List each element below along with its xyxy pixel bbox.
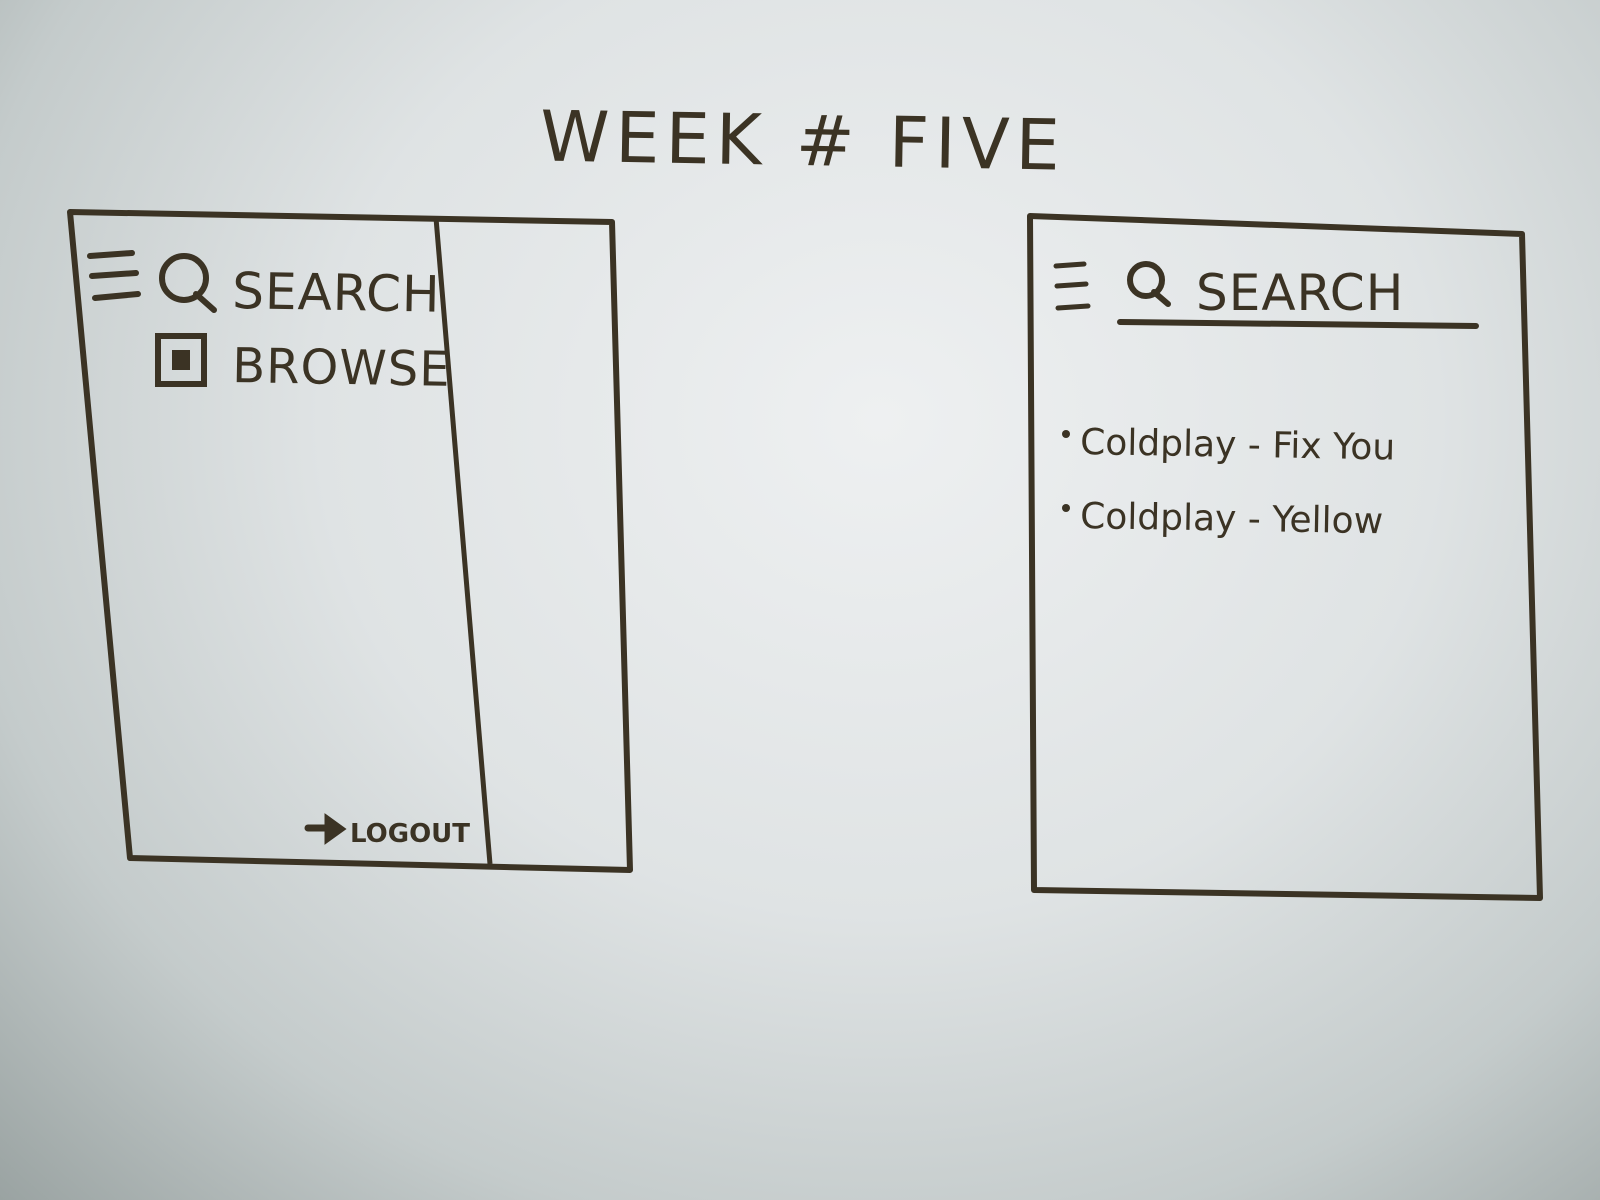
drawer-item-browse[interactable]: BROWSE bbox=[155, 333, 451, 398]
search-icon bbox=[159, 253, 217, 313]
list-item-label: Coldplay - Fix You bbox=[1080, 422, 1396, 468]
list-item[interactable]: Coldplay - Yellow bbox=[1062, 496, 1383, 542]
side-drawer-divider bbox=[433, 217, 493, 865]
search-bar[interactable]: SEARCH bbox=[1117, 261, 1479, 329]
drawer-item-search[interactable]: SEARCH bbox=[159, 253, 441, 324]
browse-icon bbox=[155, 333, 207, 387]
search-input-underline bbox=[1117, 319, 1479, 329]
search-icon bbox=[1127, 261, 1171, 307]
right-phone-screen: SEARCH Coldplay - Fix You Coldplay - Yel… bbox=[1027, 213, 1543, 901]
hamburger-icon[interactable] bbox=[1053, 261, 1091, 311]
search-results-list: Coldplay - Fix You Coldplay - Yellow bbox=[1062, 422, 1396, 542]
list-item-label: Coldplay - Yellow bbox=[1080, 496, 1384, 542]
hamburger-icon[interactable] bbox=[87, 250, 141, 301]
drawer-item-browse-label: BROWSE bbox=[232, 338, 451, 398]
drawer-item-search-label: SEARCH bbox=[232, 262, 441, 324]
page-title: WEEK # FIVE bbox=[539, 95, 1067, 187]
search-input-label: SEARCH bbox=[1196, 264, 1404, 322]
arrow-right-icon bbox=[304, 813, 347, 845]
logout-label: LOGOUT bbox=[350, 819, 470, 849]
logout-link[interactable]: LOGOUT bbox=[304, 813, 470, 849]
left-phone-screen: SEARCH BROWSE LOGOUT bbox=[67, 209, 633, 873]
list-item[interactable]: Coldplay - Fix You bbox=[1062, 422, 1396, 468]
